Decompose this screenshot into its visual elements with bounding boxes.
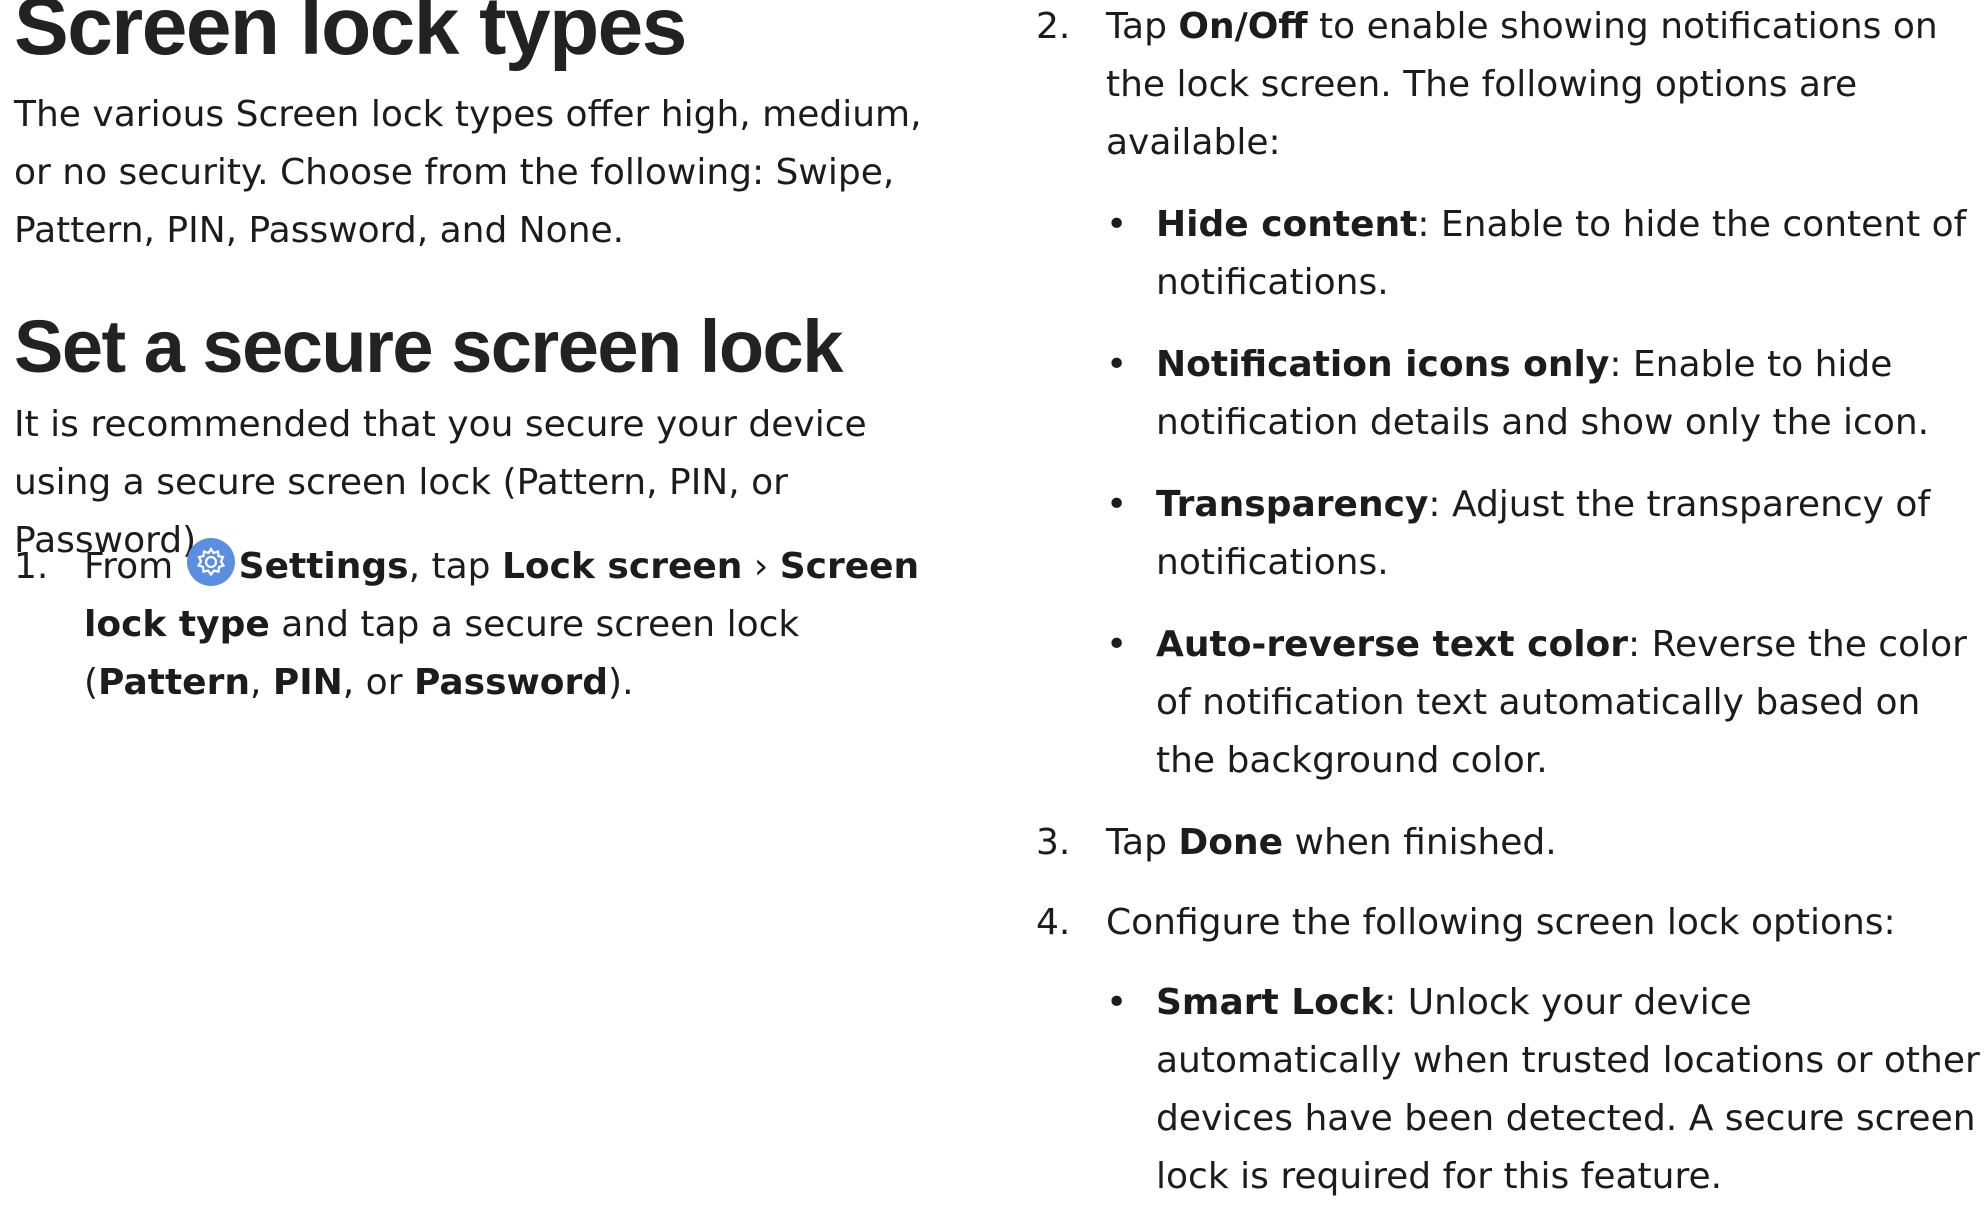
- paragraph-screen-lock-types: The various Screen lock types offer high…: [14, 94, 922, 251]
- step-text: Configure the following screen lock opti…: [1106, 902, 1896, 943]
- step-number: 1.: [14, 546, 49, 587]
- step-text: Tap: [1106, 6, 1179, 47]
- step-text: , or: [342, 662, 414, 703]
- bullet-term: Notification icons only: [1156, 344, 1610, 385]
- bullet-dot: •: [1106, 204, 1128, 245]
- heading-screen-lock-types: Screen lock types: [14, 0, 687, 72]
- bullet-dot: •: [1106, 484, 1128, 525]
- bullet-text: Auto-reverse text color: Reverse the col…: [1156, 616, 1986, 790]
- bullet-term: Smart Lock: [1156, 982, 1385, 1023]
- chevron-separator: ›: [742, 546, 780, 587]
- settings-label: Settings: [238, 546, 409, 587]
- bullet-dot: •: [1106, 624, 1128, 665]
- step-text: From: [84, 546, 185, 587]
- bullet-term: Transparency: [1156, 484, 1429, 525]
- pattern-label: Pattern: [98, 662, 250, 703]
- bullet-text: Transparency: Adjust the transparency of…: [1156, 476, 1986, 592]
- heading-set-secure-screen-lock: Set a secure screen lock: [14, 305, 843, 388]
- step-number: 4.: [1036, 902, 1071, 943]
- step-4-text: Configure the following screen lock opti…: [1106, 894, 1981, 952]
- pin-label: PIN: [272, 662, 343, 703]
- bullet-text: Hide content: Enable to hide the content…: [1156, 196, 1986, 312]
- bullet-dot: •: [1106, 982, 1128, 1023]
- step-text: , tap: [408, 546, 502, 587]
- step-text: Tap: [1106, 822, 1179, 863]
- step-number: 3.: [1036, 822, 1071, 863]
- step-text: ,: [249, 662, 273, 703]
- bullet-term: Auto-reverse text color: [1156, 624, 1629, 665]
- password-label: Password: [413, 662, 609, 703]
- step-1-text: From Settings, tap Lock screen › Screen …: [84, 538, 964, 712]
- bullet-text: Smart Lock: Unlock your device automatic…: [1156, 974, 1986, 1206]
- step-text: when finished.: [1283, 822, 1557, 863]
- on-off-label: On/Off: [1178, 6, 1308, 47]
- step-2-text: Tap On/Off to enable showing notificatio…: [1106, 0, 1981, 172]
- step-text: ).: [608, 662, 634, 703]
- bullet-term: Hide content: [1156, 204, 1418, 245]
- step-number: 2.: [1036, 6, 1071, 47]
- done-label: Done: [1178, 822, 1284, 863]
- settings-gear-icon: [186, 538, 235, 586]
- bullet-text: Notification icons only: Enable to hide …: [1156, 336, 1986, 452]
- bullet-dot: •: [1106, 344, 1128, 385]
- lock-screen-label: Lock screen: [501, 546, 743, 587]
- step-3-text: Tap Done when finished.: [1106, 814, 1981, 872]
